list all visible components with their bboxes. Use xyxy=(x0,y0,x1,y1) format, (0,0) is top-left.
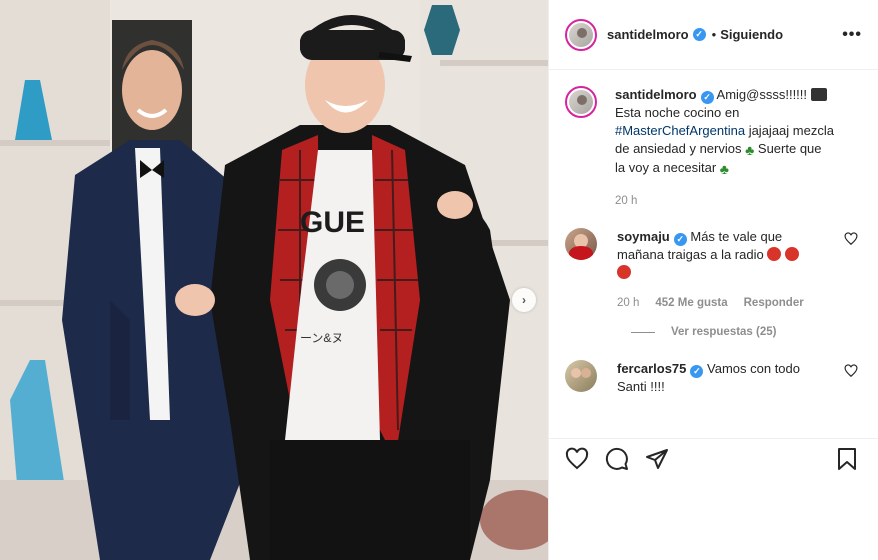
author-avatar[interactable] xyxy=(565,18,597,51)
separator-dot: • xyxy=(711,27,717,42)
post-photo-illustration: GUE ーン&ヌ xyxy=(0,0,548,560)
view-replies-label: Ver respuestas (25) xyxy=(671,326,777,338)
svg-text:GUE: GUE xyxy=(300,206,365,239)
caption: santidelmoro ✓ Amig@ssss!!!!!! Esta noche… xyxy=(565,86,862,210)
caption-text-line4: de ansiedad y nervios xyxy=(615,141,742,156)
post-header: santidelmoro ✓ • Siguiendo ••• xyxy=(549,0,878,70)
comment-text-line1: Más te vale que xyxy=(690,229,783,244)
comment-bubble-icon[interactable] xyxy=(605,447,629,471)
comment-text-line2: Santi !!!! xyxy=(617,379,665,394)
angry-face-emoji-icon xyxy=(767,247,782,261)
like-heart-icon[interactable] xyxy=(565,447,589,471)
comment-timestamp[interactable]: 20 h xyxy=(617,294,639,312)
caption-text-line2: Esta noche cocino en xyxy=(615,105,740,120)
like-comment-heart-icon[interactable] xyxy=(844,232,858,246)
four-leaf-clover-emoji-icon: ♣ xyxy=(719,161,729,177)
caption-text-line5: Suerte que xyxy=(754,141,822,156)
verified-badge-icon: ✓ xyxy=(690,365,704,378)
replies-divider-line xyxy=(631,331,655,333)
reply-button[interactable]: Responder xyxy=(744,294,804,312)
angry-face-emoji-icon xyxy=(784,247,799,261)
chevron-right-icon: › xyxy=(522,293,526,307)
verified-badge-icon: ✓ xyxy=(673,233,687,246)
carousel-next-button[interactable]: › xyxy=(512,288,536,312)
caption-text-line1: Amig@ssss!!!!!! xyxy=(716,87,808,102)
caption-text-line3: jajajaaj mezcla xyxy=(745,123,834,138)
caption-timestamp[interactable]: 20 h xyxy=(615,192,637,210)
caption-author-avatar[interactable] xyxy=(565,86,597,118)
caption-username[interactable]: santidelmoro xyxy=(615,87,697,102)
caption-text-line6: la voy a necesitar xyxy=(615,160,717,175)
post-image[interactable]: GUE ーン&ヌ › xyxy=(0,0,548,560)
post-action-bar xyxy=(549,438,878,478)
comment-text-line2: mañana traigas a la radio xyxy=(617,247,764,262)
verified-badge-icon: ✓ xyxy=(700,91,714,104)
verified-badge-icon: ✓ xyxy=(692,28,706,41)
like-comment-heart-icon[interactable] xyxy=(844,364,858,378)
comment-item: soymaju ✓ Más te vale que mañana traigas … xyxy=(565,228,862,312)
more-options-icon[interactable]: ••• xyxy=(842,26,862,44)
commenter-avatar[interactable] xyxy=(565,360,597,392)
comment-username[interactable]: soymaju xyxy=(617,229,670,244)
view-replies-button[interactable]: Ver respuestas (25) xyxy=(631,326,862,338)
comment-text-line1: Vamos con todo xyxy=(707,361,800,376)
save-bookmark-icon[interactable] xyxy=(835,447,859,471)
follow-status-button[interactable]: Siguiendo xyxy=(720,27,783,42)
four-leaf-clover-emoji-icon: ♣ xyxy=(745,142,755,158)
comment-item: fercarlos75 ✓ Vamos con todo Santi !!!! xyxy=(565,360,862,396)
svg-text:ーン&ヌ: ーン&ヌ xyxy=(300,331,343,345)
post-side-panel: santidelmoro ✓ • Siguiendo ••• santidelm… xyxy=(548,0,878,560)
share-direct-icon[interactable] xyxy=(645,447,669,471)
comments-section: santidelmoro ✓ Amig@ssss!!!!!! Esta noche… xyxy=(549,70,878,438)
author-username[interactable]: santidelmoro xyxy=(607,27,689,42)
hashtag-link[interactable]: #MasterChefArgentina xyxy=(615,123,745,138)
angry-face-emoji-icon xyxy=(617,265,631,279)
comment-username[interactable]: fercarlos75 xyxy=(617,361,686,376)
commenter-avatar[interactable] xyxy=(565,228,597,260)
comment-likes-count[interactable]: 452 Me gusta xyxy=(655,294,727,312)
clapperboard-emoji-icon xyxy=(810,88,827,101)
